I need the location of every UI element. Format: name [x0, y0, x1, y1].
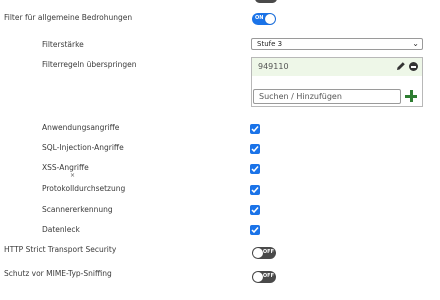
skip-rules-label: Filterregeln überspringen — [42, 60, 137, 69]
checkmark-icon — [251, 166, 259, 173]
filter-strength-label: Filterstärke — [42, 40, 84, 49]
checkbox-scanner[interactable] — [250, 205, 260, 215]
toggle-knob — [253, 248, 263, 258]
checkmark-icon — [251, 146, 259, 153]
skip-rules-search-input[interactable]: Suchen / Hinzufügen — [253, 89, 401, 104]
toggle-knob — [253, 272, 263, 282]
checkmark-icon — [251, 126, 259, 133]
check-label-scanner: Scannererkennung — [42, 205, 113, 214]
general-filter-label: Filter für allgemeine Bedrohungen — [4, 13, 133, 22]
toggle-state-text: OFF — [262, 273, 274, 279]
check-label-datenleck: Datenleck — [42, 225, 80, 234]
check-label-protokoll: Protokolldurchsetzung — [42, 184, 126, 193]
checkmark-icon — [251, 207, 259, 214]
filter-strength-select[interactable]: Stufe 3 ⌄ — [251, 38, 423, 50]
checkmark-icon — [251, 227, 259, 234]
toggle-state-text: ON — [255, 15, 264, 21]
hsts-toggle[interactable]: OFF — [252, 247, 276, 259]
check-label-xss: XSS-Angriffe — [42, 163, 89, 172]
add-icon[interactable] — [405, 90, 417, 102]
check-label-sql-injection: SQL-Injection-Angriffe — [42, 143, 124, 152]
checkbox-anwendungsangriffe[interactable] — [250, 124, 260, 134]
remove-icon[interactable] — [409, 62, 418, 71]
mime-sniff-toggle[interactable]: OFF — [252, 271, 276, 283]
checkbox-protokoll[interactable] — [250, 185, 260, 195]
checkbox-sql-injection[interactable] — [250, 144, 260, 154]
check-label-anwendungsangriffe: Anwendungsangriffe — [42, 123, 120, 132]
toggle-state-text: OFF — [262, 249, 274, 255]
list-item[interactable]: 949110 — [252, 58, 422, 76]
filter-strength-value: Stufe 3 — [257, 40, 283, 48]
checkbox-xss[interactable] — [250, 164, 260, 174]
checkbox-datenleck[interactable] — [250, 225, 260, 235]
mime-sniff-label: Schutz vor MIME-Typ-Sniffing — [4, 269, 112, 278]
toggle-knob — [265, 14, 275, 24]
pencil-icon[interactable] — [396, 61, 406, 71]
chevron-down-icon: ⌄ — [412, 39, 419, 48]
skip-rule-value: 949110 — [258, 62, 289, 71]
toggle-previous-partial[interactable] — [255, 0, 277, 3]
general-filter-toggle[interactable]: ON — [252, 13, 276, 25]
hsts-label: HTTP Strict Transport Security — [4, 245, 117, 254]
checkmark-icon — [251, 187, 259, 194]
close-icon[interactable]: × — [70, 172, 75, 179]
